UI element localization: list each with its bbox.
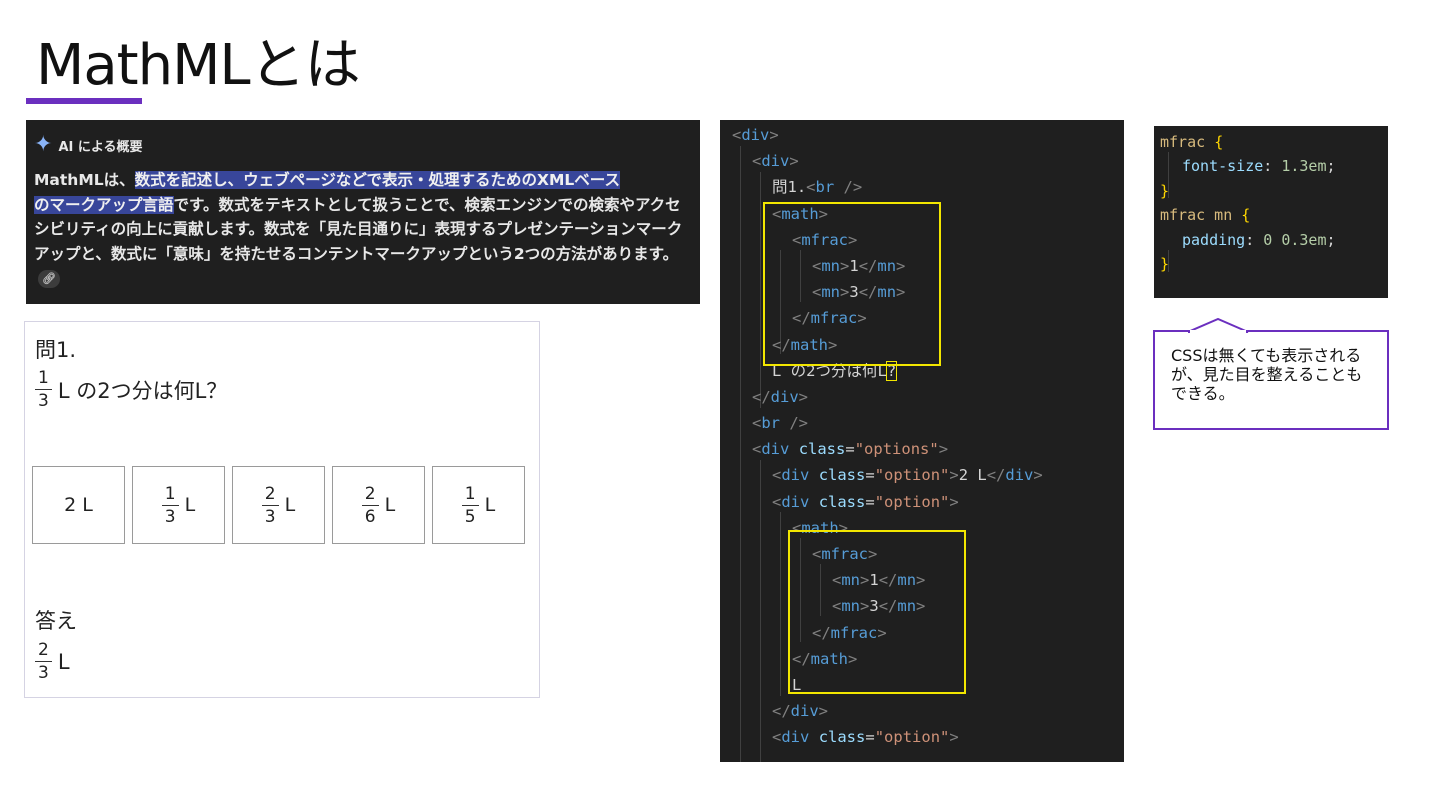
code-line-23: </div> [772,702,829,721]
option-fraction: 13 [161,484,179,527]
page-title: MathMLとは [36,33,361,98]
fraction-numerator: 2 [361,484,379,506]
highlight-box-math [788,530,966,694]
question-text: L の2つ分は何L？ [57,378,228,403]
fraction-numerator: 2 [35,640,52,662]
fraction-denominator: 3 [264,506,276,527]
highlight-box-math [763,202,941,366]
link-icon[interactable]: 🔗︎ [38,269,60,288]
option-label: 2 L [64,494,93,516]
callout-pointer [1188,318,1249,334]
ai-text-highlight-1[interactable]: 数式を記述し、ウェブページなどで表示・処理するためのXMLベース [134,171,620,189]
css-line-4: mfrac mn { [1160,206,1251,225]
css-line-5: padding: 0 0.3em; [1182,230,1336,249]
question-line: 1 3 L の2つ分は何L？ [35,368,529,411]
css-line-6: } [1160,254,1170,273]
option-4[interactable]: 26L [332,466,425,544]
answer-unit: L [57,649,70,674]
html-code-panel: <div> <div> 問1.<br /> <math> <mfrac> <mn… [720,120,1124,762]
option-1[interactable]: 2 L [32,466,125,544]
callout-box: CSSは無くても表示されるが、見た目を整えることもできる。 [1153,330,1389,430]
fraction-denominator: 5 [464,506,476,527]
answer-line: 23 L [35,640,70,683]
ai-overview-text: MathMLは、数式を記述し、ウェブページなどで表示・処理するためのXMLベース… [34,168,690,291]
fraction-denominator: 3 [38,663,49,683]
option-fraction: 15 [461,484,479,527]
ai-overview-header: ✦ AI による概要 [34,134,690,156]
option-fraction: 23 [261,484,279,527]
ai-text-highlight-2[interactable]: のマークアップ言語 [34,195,174,214]
fraction-numerator: 1 [161,484,179,506]
css-code-panel: mfrac { font-size: 1.3em; } mfrac mn { p… [1154,126,1388,298]
question-fraction: 1 3 [35,368,52,411]
sparkle-icon: ✦ [34,132,53,157]
option-unit: L [384,494,396,516]
code-line-1: <div> [732,126,779,144]
option-fraction: 26 [361,484,379,527]
code-line-14: <div class="option">2 L</div> [772,466,1043,485]
fraction-denominator: 6 [364,506,376,527]
answer-fraction: 23 [35,640,52,683]
options-row: 2 L 13L 23L 26L 15L [32,466,525,544]
code-line-24: <div class="option"> [772,728,959,747]
code-line-13: <div class="options"> [752,440,949,459]
css-line-1: mfrac { [1160,133,1224,151]
option-unit: L [284,494,296,516]
question-label: 問1. [35,338,77,362]
code-line-15: <div class="option"> [772,492,959,511]
option-unit: L [184,494,196,516]
ai-overview-panel: ✦ AI による概要 MathMLは、数式を記述し、ウェブページなどで表示・処理… [26,120,700,304]
fraction-denominator: 3 [164,506,176,527]
option-3[interactable]: 23L [232,466,325,544]
ai-overview-label: AI による概要 [58,139,143,155]
title-underline [26,98,142,104]
css-line-2: font-size: 1.3em; [1182,157,1336,176]
code-line-2: <div> [752,152,799,171]
css-line-3: } [1160,181,1170,200]
rendered-question-preview: 問1. 1 3 L の2つ分は何L？ 2 L 13L 23L 26L 15L 答… [24,321,540,698]
option-2[interactable]: 13L [132,466,225,544]
fraction-numerator: 2 [261,484,279,506]
option-unit: L [484,494,496,516]
code-line-3: 問1.<br /> [772,178,863,197]
fraction-numerator: 1 [461,484,479,506]
ai-text-start: MathMLは、 [34,171,135,189]
fraction-numerator: 1 [35,368,52,390]
answer-label: 答え [35,609,77,633]
code-line-11: </div> [752,387,809,406]
option-5[interactable]: 15L [432,466,525,544]
code-line-12: <br /> [752,414,809,433]
fraction-denominator: 3 [38,391,49,411]
